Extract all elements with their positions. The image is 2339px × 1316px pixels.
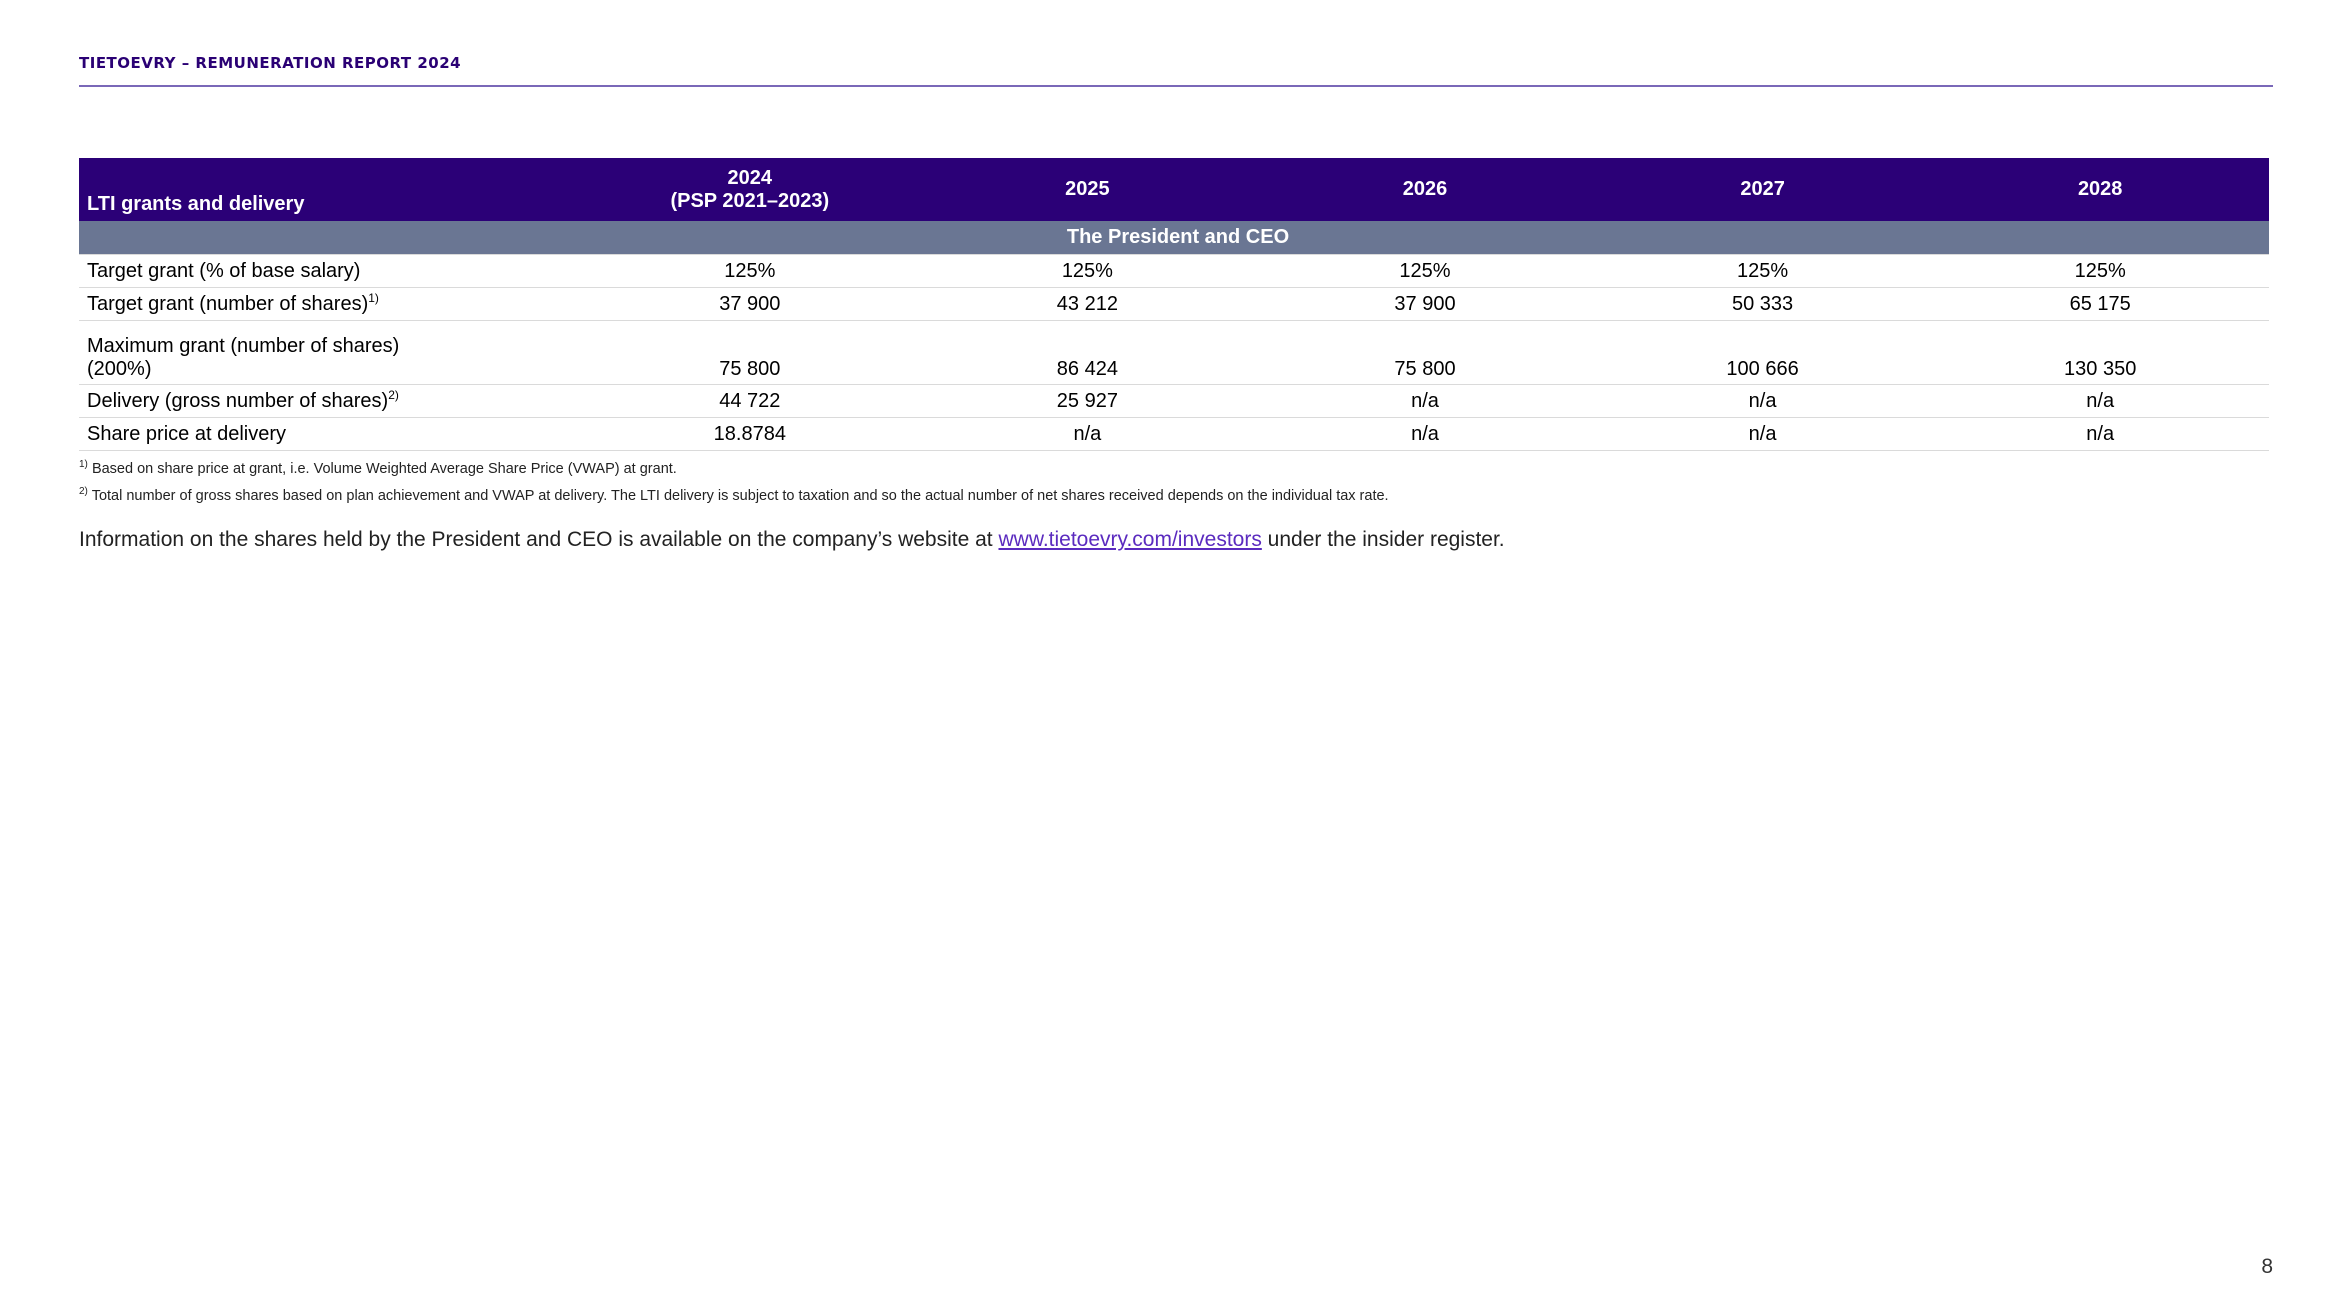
footnote-ref-2: 2) [388, 387, 399, 402]
footnote-text: Total number of gross shares based on pl… [91, 488, 1389, 504]
section-title: The President and CEO [79, 221, 2269, 255]
table-cell: 130 350 [1931, 320, 2269, 385]
table-header-2028: 2028 [2077, 178, 2123, 200]
info-text-after: under the insider register. [1261, 528, 1505, 551]
table-cell: 50 333 [1593, 287, 1932, 321]
table-cell: 18.8784 [581, 417, 919, 451]
table-cell: 43 212 [918, 287, 1257, 321]
table-cell: n/a [1593, 384, 1932, 418]
table-cell: 37 900 [581, 287, 919, 321]
table-cell: 44 722 [581, 384, 919, 418]
table-header-2024-year: 2024 [727, 166, 773, 189]
table-cell: n/a [1256, 417, 1594, 451]
table-header-row: LTI grants and delivery 2024 (PSP 2021–2… [79, 158, 2269, 221]
table-cell: 125% [1593, 254, 1932, 288]
row-label-target-grant-percent: Target grant (% of base salary) [79, 254, 581, 288]
table-cell: 75 800 [581, 320, 919, 385]
table-cell: 37 900 [1256, 287, 1594, 321]
table-cell: n/a [1593, 417, 1932, 451]
table-cell: 25 927 [918, 384, 1257, 418]
lti-table: LTI grants and delivery 2024 (PSP 2021–2… [79, 158, 2269, 451]
row-label-text: Target grant (number of shares) [87, 292, 369, 315]
table-cell: n/a [918, 417, 1257, 451]
footnote-text: Based on share price at grant, i.e. Volu… [91, 461, 677, 477]
table-header-2026: 2026 [1402, 178, 1448, 200]
footnote-1: 1) Based on share price at grant, i.e. V… [79, 456, 1389, 483]
table-cell: 125% [918, 254, 1257, 288]
info-paragraph: Information on the shares held by the Pr… [79, 528, 1505, 552]
table-row: Target grant (% of base salary) 125% 125… [79, 254, 2269, 288]
investors-link[interactable]: www.tietoevry.com/investors [998, 528, 1261, 551]
table-cell: 125% [1256, 254, 1594, 288]
section-row: The President and CEO [79, 221, 2269, 255]
table-cell: n/a [1931, 384, 2269, 418]
report-header-title: TIETOEVRY – REMUNERATION REPORT 2024 [79, 54, 462, 72]
table-cell: 125% [1931, 254, 2269, 288]
row-label-text: Delivery (gross number of shares) [87, 389, 389, 412]
table-row: Target grant (number of shares)1) 37 900… [79, 287, 2269, 321]
table-header-2024: 2024 (PSP 2021–2023) [581, 158, 919, 221]
footnote-ref-1: 1) [368, 290, 379, 305]
row-label-target-grant-shares: Target grant (number of shares)1) [79, 287, 581, 321]
table-row: Maximum grant (number of shares) (200%) 7… [79, 320, 2269, 385]
table-cell: 65 175 [1931, 287, 2269, 321]
table-header-2024-plan: (PSP 2021–2023) [670, 189, 830, 212]
row-label-delivery: Delivery (gross number of shares)2) [79, 384, 581, 418]
table-cell: 75 800 [1256, 320, 1594, 385]
table-header-2027: 2027 [1740, 178, 1785, 200]
info-text-before: Information on the shares held by the Pr… [79, 528, 999, 551]
footnote-2: 2) Total number of gross shares based on… [79, 483, 1389, 510]
table-header-2025: 2025 [1065, 178, 1110, 200]
table-cell: n/a [1256, 384, 1594, 418]
table-cell: n/a [1931, 417, 2269, 451]
page-number: 8 [2261, 1255, 2273, 1278]
row-label-line1: Maximum grant (number of shares) [87, 335, 400, 357]
table-header-label: LTI grants and delivery [87, 193, 305, 215]
footnote-mark: 2) [79, 486, 88, 497]
table-row: Delivery (gross number of shares)2) 44 7… [79, 384, 2269, 418]
footnotes: 1) Based on share price at grant, i.e. V… [79, 456, 1389, 510]
row-label-share-price: Share price at delivery [79, 417, 581, 451]
row-label-line2: (200%) [87, 358, 152, 380]
table-cell: 86 424 [918, 320, 1257, 385]
header-divider [79, 85, 2273, 87]
table-cell: 100 666 [1593, 320, 1932, 385]
row-label-maximum-grant: Maximum grant (number of shares) (200%) [79, 320, 581, 385]
table-row: Share price at delivery 18.8784 n/a n/a … [79, 417, 2269, 451]
footnote-mark: 1) [79, 459, 88, 470]
table-cell: 125% [581, 254, 919, 288]
